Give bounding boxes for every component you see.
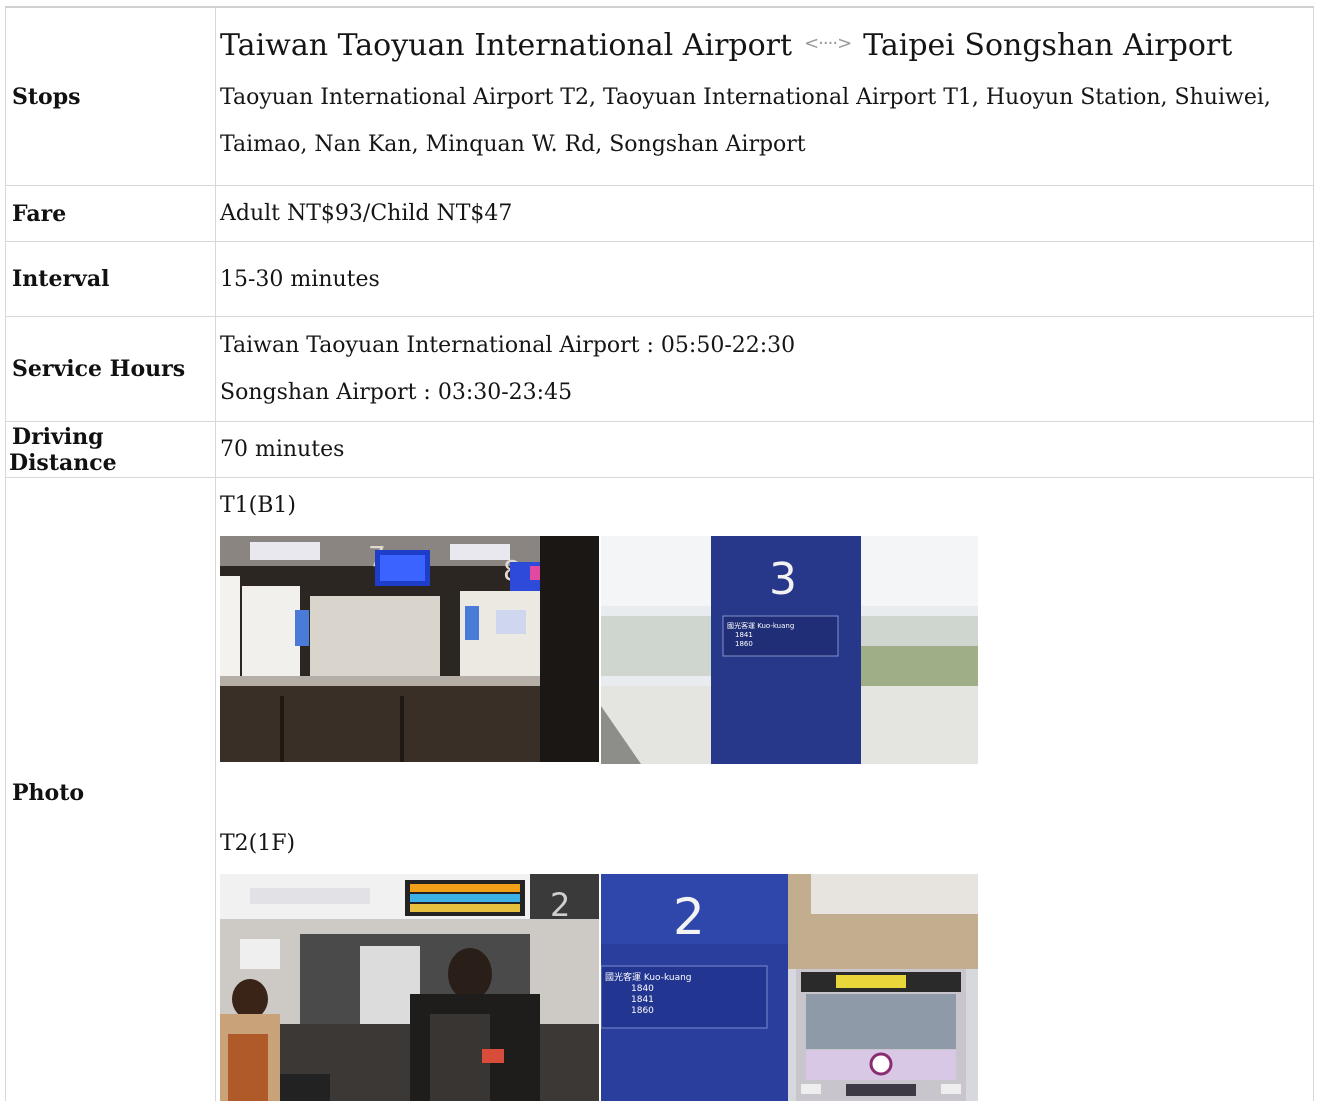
t2-photo-row: 2 2 國光客運 Kuo-kuang 1840 1841 1860: [220, 874, 1313, 1101]
interval-label: Interval: [5, 241, 216, 317]
photo-value: T1(B1) 7 8: [215, 477, 1314, 1101]
route-from: Taiwan Taoyuan International Airport: [220, 27, 793, 63]
t1-caption: T1(B1): [220, 493, 297, 518]
t2-caption: T2(1F): [220, 831, 296, 856]
bus-info-table: Stops Taiwan Taoyuan International Airpo…: [5, 6, 1314, 1101]
t1-sign-line-2: 1841: [735, 631, 753, 639]
service-hours-value: Taiwan Taoyuan International Airport : 0…: [215, 316, 1314, 422]
stops-row: Stops Taiwan Taoyuan International Airpo…: [5, 6, 1314, 186]
stops-value: Taiwan Taoyuan International Airport <··…: [215, 6, 1314, 186]
double-arrow-icon: <····>: [804, 32, 852, 54]
t1-sign-photo: 3 國光客運 Kuo-kuang 1841 1860: [601, 536, 978, 764]
service-hours-row: Service Hours Taiwan Taoyuan Internation…: [5, 316, 1314, 422]
photo-label: Photo: [5, 477, 216, 1101]
t1-sign-line-1: 國光客運 Kuo-kuang: [727, 621, 794, 630]
service-hours-label: Service Hours: [5, 316, 216, 422]
driving-distance-value: 70 minutes: [215, 421, 1314, 478]
route-heading: Taiwan Taoyuan International Airport <··…: [220, 26, 1313, 70]
interval-value: 15-30 minutes: [215, 241, 1314, 317]
fare-value: Adult NT$93/Child NT$47: [215, 185, 1314, 242]
t1-sign-line-3: 1860: [735, 640, 753, 648]
interval-row: Interval 15-30 minutes: [5, 241, 1314, 317]
photo-row: Photo T1(B1) 7 8: [5, 477, 1314, 1101]
t2-sign-line-4: 1860: [631, 1006, 654, 1016]
stops-list: Taoyuan International Airport T2, Taoyua…: [220, 84, 1271, 157]
t2-counter-number: 2: [550, 886, 570, 924]
t2-sign-number: 2: [673, 888, 705, 946]
t2-sign-line-3: 1841: [631, 995, 654, 1005]
driving-distance-label: Driving Distance: [5, 421, 216, 478]
service-hours-line-2: Songshan Airport : 03:30-23:45: [220, 380, 573, 405]
fare-label: Fare: [5, 185, 216, 242]
t1-sign-number: 3: [769, 554, 797, 605]
stops-label: Stops: [5, 6, 216, 186]
fare-row: Fare Adult NT$93/Child NT$47: [5, 185, 1314, 242]
t2-sign-line-2: 1840: [631, 984, 654, 994]
t1-counter-photo: 7 8: [220, 536, 599, 762]
t2-sign-line-1: 國光客運 Kuo-kuang: [605, 971, 692, 983]
t2-counter-photo: 2: [220, 874, 599, 1101]
service-hours-line-1: Taiwan Taoyuan International Airport : 0…: [220, 333, 796, 358]
driving-distance-row: Driving Distance 70 minutes: [5, 421, 1314, 478]
route-to: Taipei Songshan Airport: [863, 27, 1233, 63]
t2-sign-bus-photo: 2 國光客運 Kuo-kuang 1840 1841 1860: [601, 874, 978, 1101]
t1-photo-row: 7 8: [220, 536, 1313, 764]
